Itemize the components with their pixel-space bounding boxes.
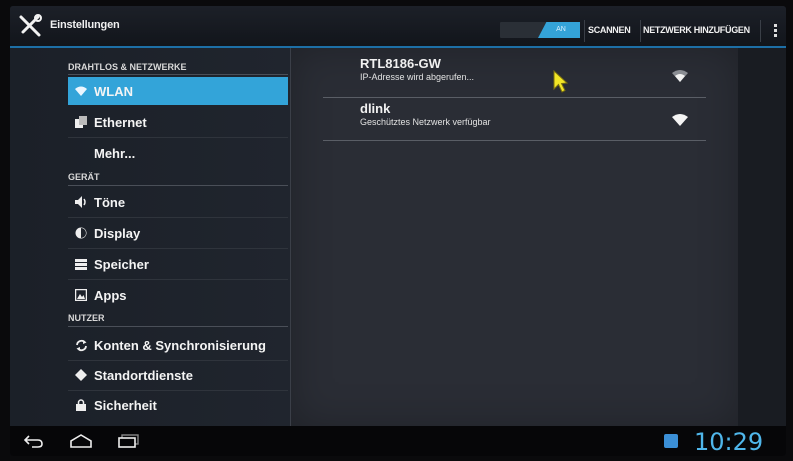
wifi-signal-secured-icon xyxy=(672,114,688,126)
sidebar-item-label: Konten & Synchronisierung xyxy=(94,337,266,353)
divider xyxy=(584,20,585,42)
sidebar-item-label: Sicherheit xyxy=(94,397,157,413)
wlan-toggle[interactable]: AN xyxy=(500,22,580,38)
item-divider xyxy=(68,248,288,249)
sidebar-item-label: Display xyxy=(94,225,141,241)
mouse-cursor-icon xyxy=(553,70,569,93)
sidebar-item-accounts-sync[interactable]: Konten & Synchronisierung xyxy=(68,331,288,359)
sidebar-item-more[interactable]: Mehr... xyxy=(68,139,288,167)
storage-icon xyxy=(74,257,88,271)
sidebar-item-label: WLAN xyxy=(94,83,133,99)
section-header-device: GERÄT xyxy=(68,172,100,182)
screen-edge xyxy=(738,48,786,426)
ethernet-icon xyxy=(74,115,88,129)
sidebar-item-label: Speicher xyxy=(94,256,149,272)
sidebar-item-label: Mehr... xyxy=(94,145,136,161)
sidebar-item-wlan[interactable]: WLAN xyxy=(68,77,288,105)
home-icon[interactable] xyxy=(70,434,92,448)
wifi-signal-connecting-icon xyxy=(672,70,688,82)
back-icon[interactable] xyxy=(24,434,44,448)
wifi-icon xyxy=(74,84,88,98)
section-divider xyxy=(68,74,288,75)
item-divider xyxy=(68,217,288,218)
notification-icon[interactable] xyxy=(664,434,678,448)
settings-tools-icon[interactable] xyxy=(18,14,44,38)
clock[interactable]: 10:29 xyxy=(694,428,763,456)
wlan-network-list xyxy=(290,48,739,426)
network-status: IP-Adresse wird abgerufen... xyxy=(360,72,475,82)
network-name: RTL8186-GW xyxy=(360,56,441,71)
recent-apps-icon[interactable] xyxy=(118,434,140,448)
sidebar-item-location[interactable]: Standortdienste xyxy=(68,361,288,389)
add-network-button[interactable]: NETZWERK HINZUFÜGEN xyxy=(643,25,750,35)
sidebar-item-label: Töne xyxy=(94,194,126,210)
sidebar-item-security[interactable]: Sicherheit xyxy=(68,391,288,419)
item-divider xyxy=(68,279,288,280)
app-title: Einstellungen xyxy=(50,19,120,31)
scan-button[interactable]: SCANNEN xyxy=(588,25,631,35)
divider xyxy=(640,20,641,42)
network-name: dlink xyxy=(360,101,391,116)
sidebar-item-label: Apps xyxy=(94,287,127,303)
sidebar-item-storage[interactable]: Speicher xyxy=(68,250,288,278)
section-divider xyxy=(68,326,288,327)
sidebar-item-label: Standortdienste xyxy=(94,367,193,383)
network-item-rtl8186[interactable]: RTL8186-GW IP-Adresse wird abgerufen... xyxy=(360,56,474,82)
brightness-icon xyxy=(74,226,88,240)
sync-icon xyxy=(74,338,88,352)
sidebar-item-label: Ethernet xyxy=(94,114,147,130)
apps-icon xyxy=(74,288,88,302)
section-header-user: NUTZER xyxy=(68,313,105,323)
toggle-on-label: AN xyxy=(538,22,580,38)
overflow-menu-icon[interactable] xyxy=(774,24,778,40)
sidebar-item-ethernet[interactable]: Ethernet xyxy=(68,108,288,136)
item-divider xyxy=(68,137,288,138)
system-bar: 10:29 xyxy=(10,426,786,456)
network-divider xyxy=(323,140,706,141)
network-item-dlink[interactable]: dlink Geschütztes Netzwerk verfügbar xyxy=(360,101,491,127)
network-divider xyxy=(323,97,706,98)
tablet-screen: Einstellungen AN SCANNEN NETZWERK HINZUF… xyxy=(10,6,786,456)
location-icon xyxy=(74,368,88,382)
speaker-icon xyxy=(74,195,88,209)
sidebar-item-display[interactable]: Display xyxy=(68,219,288,247)
section-divider xyxy=(68,185,288,186)
divider xyxy=(760,20,761,42)
network-status: Geschütztes Netzwerk verfügbar xyxy=(360,117,491,127)
section-header-wireless: DRAHTLOS & NETZWERKE xyxy=(68,62,187,72)
action-bar: Einstellungen AN SCANNEN NETZWERK HINZUF… xyxy=(10,6,786,48)
sidebar-item-sounds[interactable]: Töne xyxy=(68,188,288,216)
sidebar-item-apps[interactable]: Apps xyxy=(68,281,288,309)
lock-icon xyxy=(74,398,88,412)
